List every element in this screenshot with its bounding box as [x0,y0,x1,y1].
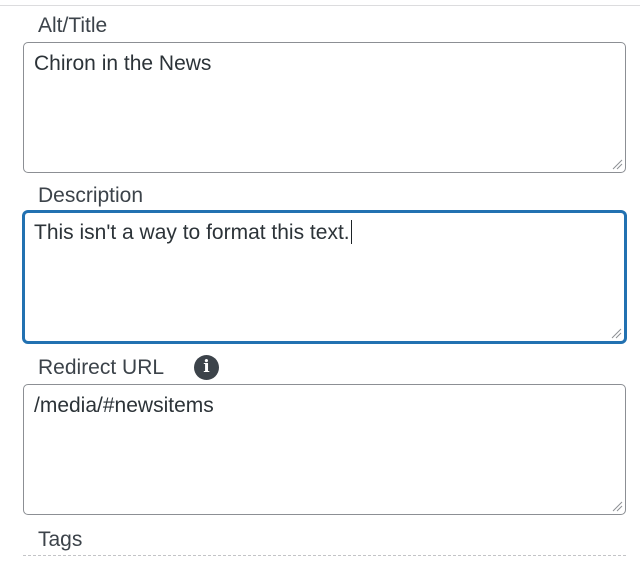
resize-grip-icon[interactable] [611,158,623,170]
alt-title-value: Chiron in the News [34,52,212,75]
description-field[interactable]: This isn't a way to format this text. [23,211,626,343]
resize-grip-icon[interactable] [610,327,622,339]
redirect-url-label: Redirect URL [38,356,165,379]
description-label: Description [38,184,144,207]
tags-field[interactable] [23,555,626,566]
info-icon[interactable]: i [194,355,219,380]
alt-title-field[interactable]: Chiron in the News [23,42,626,173]
resize-grip-icon[interactable] [611,500,623,512]
redirect-url-field[interactable]: /media/#newsitems [23,384,626,515]
text-caret [350,220,352,244]
top-divider [0,0,640,6]
description-value: This isn't a way to format this text. [34,221,350,244]
alt-title-label: Alt/Title [38,14,108,37]
tags-label: Tags [38,528,83,551]
redirect-url-value: /media/#newsitems [34,394,214,417]
